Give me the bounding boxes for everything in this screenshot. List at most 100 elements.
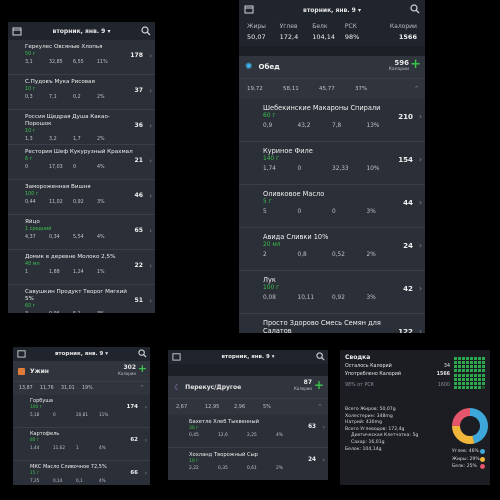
food-row[interactable]: Хохланд Творожный Сыр 10 г 24 › 2,22 0,35 0,61… <box>168 448 328 480</box>
macro-value: 0 <box>297 209 302 216</box>
macro-value: 4% <box>97 235 105 241</box>
food-row[interactable]: Просто Здорово Смесь Семян для Салатов 12… <box>239 314 425 333</box>
grid-square <box>470 361 473 365</box>
macro-value: 3% <box>97 200 105 206</box>
food-row[interactable]: Геркулес Овсяные Хлопья 50 г 178 › 3,1 32,85 6… <box>8 40 155 75</box>
chevron-right-icon[interactable]: › <box>145 404 147 411</box>
food-row[interactable]: Бахетле Хлеб Тыквенный 30 г 63 › 0,45 12,6 2,2… <box>168 415 328 448</box>
chevron-right-icon[interactable]: › <box>149 157 152 165</box>
chevron-right-icon[interactable]: › <box>149 297 152 305</box>
macro-value: 4% <box>99 477 106 483</box>
nutrient-line: Диетическая Клетчатка: 5g <box>351 433 419 439</box>
macro-value: 1 <box>76 444 79 450</box>
chevron-right-icon[interactable]: › <box>419 241 422 250</box>
chevron-right-icon[interactable]: › <box>149 227 152 235</box>
food-row[interactable]: Горбуша 100 г 174 › 5,18 0 20,81 11% <box>13 395 150 428</box>
totals-value: 50,07 <box>247 33 266 41</box>
food-quantity: 100 г <box>263 285 280 292</box>
macro-value: 0,9 <box>263 123 273 130</box>
search-icon[interactable] <box>141 26 151 36</box>
food-row[interactable]: Савушкин Продукт Творог Мягкий 5% 60 г 51 ›… <box>8 285 155 313</box>
chevron-right-icon[interactable]: › <box>149 192 152 200</box>
food-row[interactable]: Шебекинские Макароны Спирали 60 г 210 › 0,9 4… <box>239 99 425 142</box>
macro-value: 0,14 <box>53 477 63 483</box>
food-calories: 62 <box>130 437 138 443</box>
food-calories: 36 <box>134 122 143 129</box>
chevron-right-icon[interactable]: › <box>149 262 152 270</box>
food-macros: 0 17,03 0 4% <box>25 165 138 170</box>
food-quantity: 30 г <box>189 425 199 431</box>
search-icon[interactable] <box>137 349 147 359</box>
macro-value: 6,55 <box>73 60 84 66</box>
chevron-right-icon[interactable]: › <box>323 424 325 431</box>
search-icon[interactable] <box>315 352 325 362</box>
chevron-right-icon[interactable]: › <box>145 470 147 477</box>
calendar-icon[interactable] <box>12 26 22 36</box>
search-icon[interactable] <box>410 4 420 14</box>
food-row[interactable]: МКС Масло Сливочное 72,5% 15 г 66 › 7,25 0,14… <box>13 461 150 485</box>
add-food-button[interactable]: + <box>410 57 421 72</box>
food-row[interactable]: Картофель 80 г 62 › 1,44 11,62 1 4% <box>13 428 150 461</box>
add-food-button[interactable]: + <box>314 378 324 392</box>
collapse-icon[interactable]: ^ <box>140 386 144 391</box>
food-row[interactable]: Россия Щедрая Душа Какао-Порошок 10 г 36 › 1… <box>8 110 155 145</box>
food-row[interactable]: Оливковое Масло 5 г 44 › 5 0 0 3% <box>239 185 425 228</box>
food-row[interactable]: Домик в деревне Молоко 2,5% 40 мл 22 › 1 1,88… <box>8 250 155 285</box>
food-quantity: 80 г <box>30 437 40 443</box>
food-row[interactable]: С.Пудовъ Мука Рисовая 10 г 37 › 0,3 7,1 0,2 2% <box>8 75 155 110</box>
macro-value: 11,02 <box>49 200 63 206</box>
macro-value: 3,2 <box>49 137 57 143</box>
chevron-right-icon[interactable]: › <box>419 327 422 333</box>
calendar-icon[interactable] <box>171 352 181 362</box>
chevron-right-icon[interactable]: › <box>149 87 152 95</box>
date-selector[interactable]: вторник, янв. 9 ▾ <box>303 7 361 14</box>
grid-square <box>470 373 473 377</box>
chevron-right-icon[interactable]: › <box>419 112 422 121</box>
collapse-icon[interactable]: ^ <box>318 404 322 410</box>
grid-square <box>482 381 485 385</box>
date-selector[interactable]: вторник, янв. 9 ▾ <box>221 354 274 360</box>
section-macros: 19,72 58,11 45,77 37% ^ <box>239 78 425 99</box>
grid-square <box>478 365 481 369</box>
lunch-icon: ✺ <box>245 62 253 72</box>
macro-value: 32,33 <box>332 166 349 173</box>
macro-value: 5% <box>263 404 271 410</box>
food-quantity: 100 г <box>25 191 39 198</box>
food-row[interactable]: Яйцо 1 средний 65 › 4,37 0,34 5,54 4% <box>8 215 155 250</box>
food-calories: 63 <box>308 424 316 430</box>
chevron-right-icon[interactable]: › <box>419 284 422 293</box>
macro-value: 5,54 <box>73 235 84 241</box>
chevron-right-icon[interactable]: › <box>323 457 325 464</box>
grid-square <box>462 385 465 389</box>
food-macros: 5 0 0 3% <box>263 209 401 215</box>
macro-value: 13% <box>366 123 380 130</box>
add-food-button[interactable]: + <box>138 362 147 375</box>
food-row[interactable]: Рестория Шеф Кукурузный Крахмал 6 г 21 › 0 17… <box>8 145 155 180</box>
date-selector[interactable]: вторник, янв. 9 ▾ <box>53 28 111 35</box>
legend-item: Углев: 46% <box>452 448 485 456</box>
calendar-icon[interactable] <box>16 349 26 359</box>
food-row[interactable]: Лук 100 г 42 › 0,08 10,11 0,92 3% <box>239 271 425 314</box>
macro-value: 11,76 <box>40 386 54 391</box>
date-selector[interactable]: вторник, янв. 9 ▾ <box>55 351 108 357</box>
food-row[interactable]: Куриное Филе 140 г 154 › 1,74 0 32,33 10% <box>239 142 425 185</box>
food-row[interactable]: Замороженная Вишня 100 г 46 › 0,44 11,02 0,92 3… <box>8 180 155 215</box>
food-row[interactable]: Авида Сливки 10% 20 мл 24 › 2 0,8 0,52 2% <box>239 228 425 271</box>
totals-bar: Жиры Углев Белк РСК Калории 50,07 172,4 104,14… <box>239 20 425 46</box>
chevron-right-icon[interactable]: › <box>145 437 147 444</box>
grid-square <box>478 373 481 377</box>
chevron-right-icon[interactable]: › <box>149 52 152 60</box>
chevron-right-icon[interactable]: › <box>149 122 152 130</box>
grid-square <box>458 373 461 377</box>
macro-value: 20,81 <box>76 411 88 417</box>
chevron-right-icon[interactable]: › <box>419 155 422 164</box>
section-title: Перекус/Другое <box>185 383 242 391</box>
collapse-icon[interactable]: ^ <box>414 86 419 92</box>
macro-value: 19,72 <box>247 86 263 92</box>
calendar-icon[interactable] <box>244 4 254 14</box>
macro-value: 2 <box>263 252 267 259</box>
panel-dinner: вторник, янв. 9 ▾ Ужин 302 Калории + 13,… <box>13 347 150 485</box>
calories-left: Осталось Калорий 34 <box>345 364 450 369</box>
nutrient-line: Натрий: 430mg <box>345 420 382 426</box>
chevron-right-icon[interactable]: › <box>419 198 422 207</box>
